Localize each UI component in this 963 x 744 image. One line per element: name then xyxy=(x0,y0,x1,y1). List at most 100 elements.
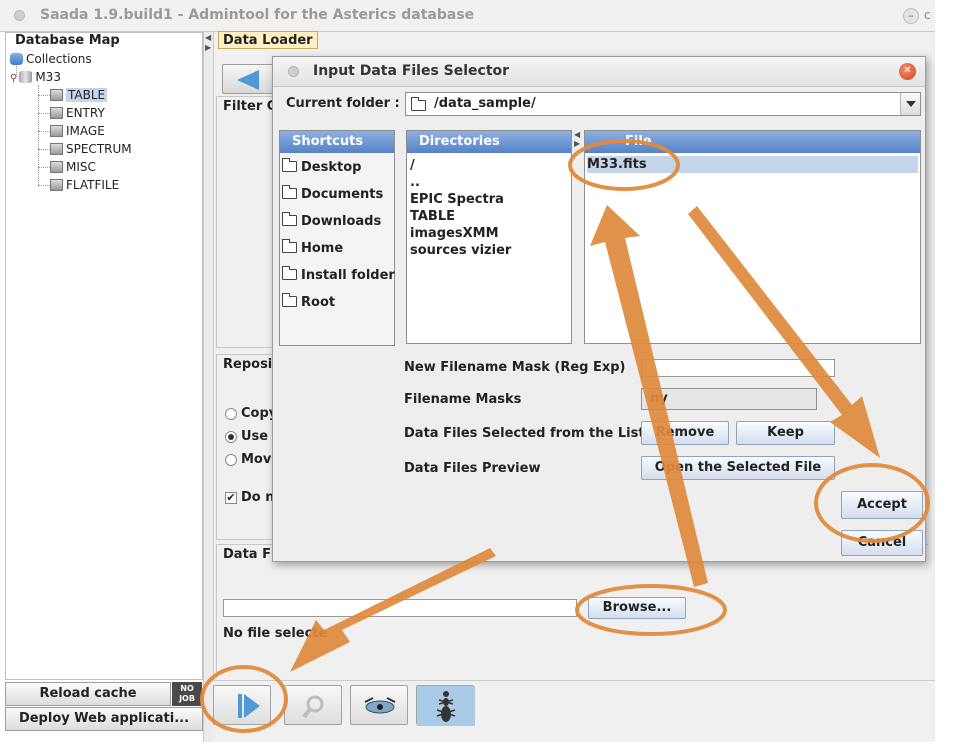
run-button[interactable] xyxy=(213,685,271,725)
files-list: File M33.fits xyxy=(584,130,921,344)
list-split-arrows[interactable]: ◀ ▶ xyxy=(574,130,582,148)
tree-category-misc[interactable]: MISC xyxy=(50,159,96,176)
window-title: Saada 1.9.build1 - Admintool for the Ast… xyxy=(40,7,475,23)
cancel-button[interactable]: Cancel xyxy=(841,530,923,556)
window-menu-icon[interactable] xyxy=(14,10,25,21)
repository-panel: Reposit xyxy=(216,354,279,540)
magnifier-icon xyxy=(302,695,324,719)
shortcut-root[interactable]: Root xyxy=(282,293,335,312)
dir-item[interactable]: EPIC Spectra xyxy=(410,191,504,208)
dir-item[interactable]: sources vizier xyxy=(410,242,511,259)
shortcut-home[interactable]: Home xyxy=(282,239,343,258)
tree-category-entry[interactable]: ENTRY xyxy=(50,105,105,122)
chevron-down-icon[interactable] xyxy=(900,93,920,115)
filename-masks-label: Filename Masks xyxy=(404,392,522,407)
folder-icon xyxy=(282,158,297,172)
no-job-indicator: NO JOB xyxy=(172,682,202,706)
inspect-button[interactable] xyxy=(284,685,342,725)
folder-icon xyxy=(282,185,297,199)
category-icon xyxy=(50,107,63,119)
tree-category-table[interactable]: TABLE xyxy=(50,87,108,104)
radio-use[interactable] xyxy=(225,431,237,443)
category-icon xyxy=(50,179,63,191)
deploy-web-app-button[interactable]: Deploy Web applicati... xyxy=(5,707,203,731)
folder-icon xyxy=(282,239,297,253)
shortcuts-list: Shortcuts Desktop Documents Downloads Ho… xyxy=(279,130,395,346)
database-map-panel: Database Map Collections ⚲ M33 TABLE ENTR… xyxy=(5,32,203,680)
shortcut-downloads[interactable]: Downloads xyxy=(282,212,381,231)
split-divider[interactable]: ◀ ▶ xyxy=(203,32,213,742)
files-preview-label: Data Files Preview xyxy=(404,461,541,476)
folder-icon xyxy=(282,212,297,226)
folder-icon xyxy=(411,97,426,111)
minimize-icon[interactable]: – xyxy=(903,8,919,24)
accept-button[interactable]: Accept xyxy=(841,491,923,519)
keep-button[interactable]: Keep xyxy=(736,421,835,445)
expand-toggle-icon[interactable]: ⚲ xyxy=(10,73,17,84)
database-map-title: Database Map xyxy=(13,33,122,48)
debug-button[interactable] xyxy=(416,685,475,726)
filename-masks-combo[interactable]: ny xyxy=(641,388,817,410)
shortcut-install-folder[interactable]: Install folder xyxy=(282,266,395,285)
filter-panel: Filter C xyxy=(216,96,277,348)
tree-category-flatfile[interactable]: FLATFILE xyxy=(50,177,119,194)
tree-root-collections[interactable]: Collections xyxy=(10,51,92,68)
radio-use-label: Use xyxy=(241,429,269,444)
no-file-selected-label: No file selecte xyxy=(223,626,328,641)
filename-mask-input[interactable] xyxy=(641,359,835,377)
collapse-left-icon[interactable]: ◀ xyxy=(205,34,213,42)
dir-item[interactable]: TABLE xyxy=(410,208,455,225)
expand-right-icon[interactable]: ▶ xyxy=(205,44,213,52)
current-folder-combo[interactable]: /data_sample/ xyxy=(405,92,921,116)
directories-list: Directories / .. EPIC Spectra TABLE imag… xyxy=(406,130,572,344)
filter-panel-title: Filter C xyxy=(223,99,277,114)
collection-icon xyxy=(19,71,33,83)
category-icon xyxy=(50,89,63,101)
tree-category-image[interactable]: IMAGE xyxy=(50,123,105,140)
data-file-input[interactable] xyxy=(223,599,577,617)
selected-files-label: Data Files Selected from the List xyxy=(404,426,645,441)
dialog-menu-icon[interactable] xyxy=(288,66,299,77)
database-icon xyxy=(10,53,23,65)
do-not-checkbox[interactable]: ✔ xyxy=(225,492,237,504)
category-icon xyxy=(50,125,63,137)
remove-button[interactable]: Remove xyxy=(641,421,729,445)
repository-panel-title: Reposit xyxy=(223,357,279,372)
shortcuts-header: Shortcuts xyxy=(280,131,394,153)
window-titlebar: Saada 1.9.build1 - Admintool for the Ast… xyxy=(0,0,935,32)
tab-data-loader[interactable]: Data Loader xyxy=(218,31,318,49)
dir-item[interactable]: imagesXMM xyxy=(410,225,499,242)
dialog-title: Input Data Files Selector xyxy=(313,63,510,79)
folder-icon xyxy=(282,293,297,307)
radio-copy[interactable] xyxy=(225,408,237,420)
back-arrow-icon xyxy=(237,70,259,90)
dialog-titlebar: Input Data Files Selector ✕ xyxy=(273,57,925,87)
shortcut-documents[interactable]: Documents xyxy=(282,185,383,204)
current-folder-label: Current folder : xyxy=(286,96,400,111)
filename-masks-value: ny xyxy=(650,391,668,406)
reload-cache-button[interactable]: Reload cache xyxy=(5,682,171,706)
current-folder-value: /data_sample/ xyxy=(434,96,536,111)
dir-item[interactable]: / xyxy=(410,157,415,174)
explore-button[interactable] xyxy=(350,685,408,725)
do-not-checkbox-label: Do n xyxy=(241,490,275,505)
tree-collection-m33[interactable]: ⚲ M33 xyxy=(10,69,61,86)
ant-icon xyxy=(417,686,475,726)
filename-mask-label: New Filename Mask (Reg Exp) xyxy=(404,360,626,375)
tree-category-spectrum[interactable]: SPECTRUM xyxy=(50,141,132,158)
directories-header: Directories xyxy=(407,131,571,153)
file-item[interactable]: M33.fits xyxy=(587,156,918,173)
radio-move[interactable] xyxy=(225,454,237,466)
folder-icon xyxy=(282,266,297,280)
open-selected-file-button[interactable]: Open the Selected File xyxy=(641,456,835,480)
category-icon xyxy=(50,143,63,155)
play-icon xyxy=(238,694,260,718)
shortcut-desktop[interactable]: Desktop xyxy=(282,158,361,177)
close-icon[interactable]: ✕ xyxy=(899,63,916,80)
data-file-panel-title: Data Fi xyxy=(223,547,276,562)
input-files-dialog: Input Data Files Selector ✕ Current fold… xyxy=(272,56,926,562)
window-edge: c xyxy=(924,8,931,22)
browse-button[interactable]: Browse... xyxy=(588,597,686,619)
dir-item[interactable]: .. xyxy=(410,174,420,191)
category-icon xyxy=(50,161,63,173)
